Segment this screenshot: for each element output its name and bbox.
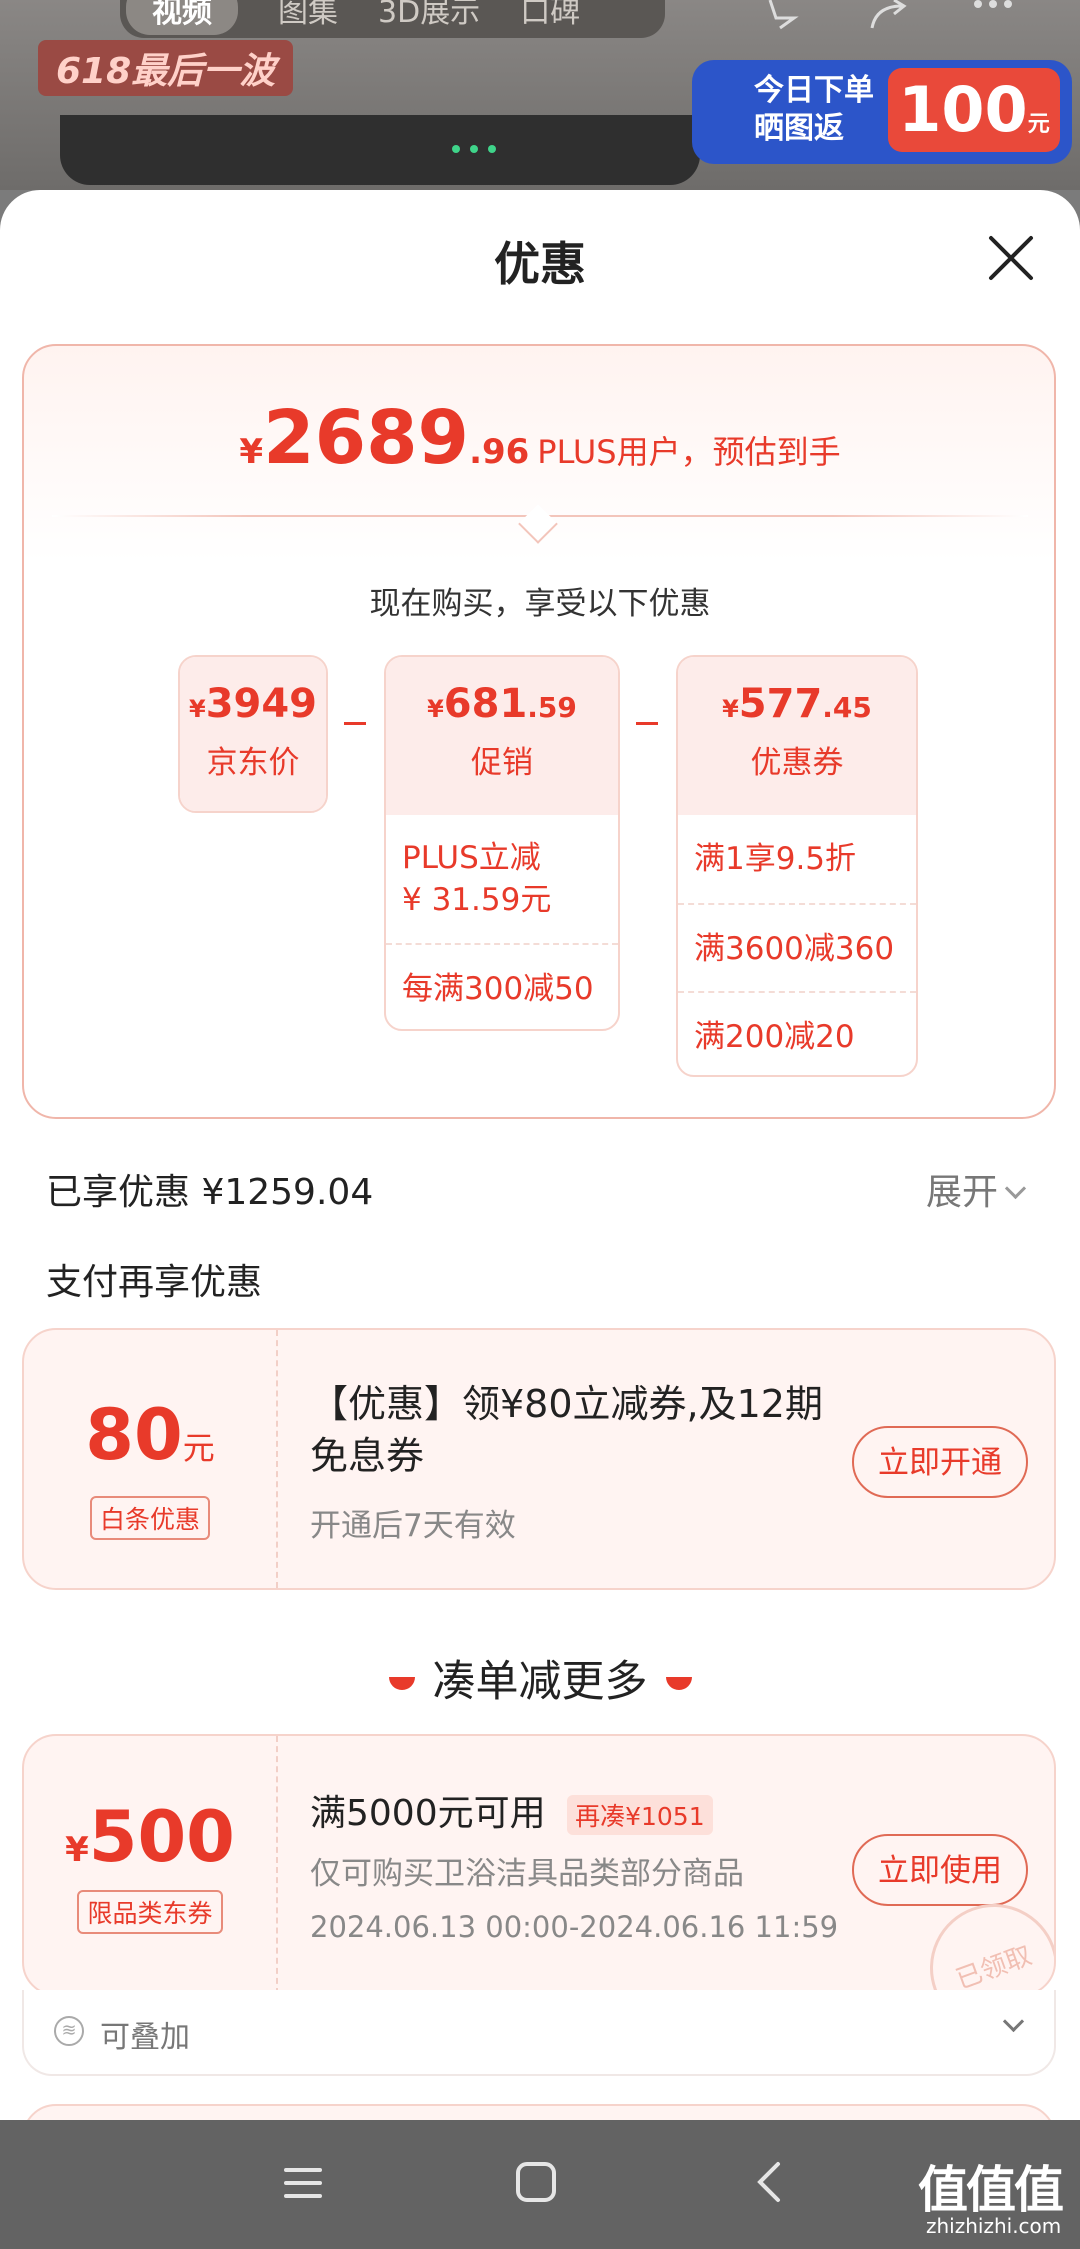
order-coupon-title: 满5000元可用 [310,1793,546,1834]
activate-button[interactable]: 立即开通 [852,1426,1028,1498]
pay-coupon-tag: 白条优惠 [89,1496,210,1540]
use-now-button[interactable]: 立即使用 [852,1834,1028,1906]
tab-reviews[interactable]: 口碑 [520,0,580,31]
sheet-title: 优惠 [494,237,586,291]
promo-banner: 618最后一波 [38,40,294,96]
share-icon[interactable] [866,0,912,30]
product-image [60,115,700,185]
add-more-heading: 凑单减更多 [0,1647,1080,1709]
expand-label: 展开 [926,1172,999,1213]
coupon-value: 577 [738,681,823,727]
jd-currency: ¥ [188,695,206,723]
promo-decimal: .59 [527,691,577,724]
pay-coupon-title: 【优惠】领¥80立减券,及12期免息券 [310,1382,823,1478]
chevron-down-icon [1004,1177,1027,1200]
jd-value: 3949 [205,681,318,727]
order-coupon-time: 2024.06.13 00:00-2024.06.16 11:59 [310,1910,839,1944]
jd-price-card: ¥3949 京东价 [178,655,328,813]
pay-again-heading: 支付再享优惠 [46,1262,263,1303]
promotion-card: ¥681.59 促销 PLUS立减 ¥ 31.59元 每满300减50 [384,655,620,1031]
price-integer: 2689 [263,395,470,481]
expand-button[interactable]: 展开 [926,1163,1027,1215]
promo-item: PLUS立减 ¥ 31.59元 [402,840,552,918]
badge-amount: 100 [898,73,1028,146]
review-cashback-badge[interactable]: 今日下单 晒图返 100元 [692,60,1072,164]
smile-icon [665,1677,692,1690]
badge-line2: 晒图返 [754,111,844,146]
price-currency: ¥ [239,432,264,472]
recent-apps-icon[interactable] [282,2162,324,2204]
home-icon[interactable] [514,2160,558,2204]
order-coupon-desc: 仅可购买卫浴洁具品类部分商品 [310,1856,744,1892]
promo-value: 681 [443,681,528,727]
tab-3d[interactable]: 3D展示 [378,0,480,31]
minus-sign [344,722,366,725]
order-coupon-tag: 限品类东券 [77,1890,223,1934]
order-coupon-extra: 再凑¥1051 [567,1795,713,1835]
watermark-url: zhizhizhi.com [926,2214,1062,2238]
price-label: PLUS用户，预估到手 [537,433,841,471]
coupon-amount-area: 80元 白条优惠 [24,1330,278,1588]
tab-video[interactable]: 视频 [126,0,238,35]
order-coupon-currency: ¥ [65,1830,89,1870]
coupon-card: ¥577.45 优惠券 满1享9.5折 满3600减360 满200减20 [676,655,918,1077]
pay-coupon-unit: 元 [182,1429,215,1467]
watermark-logo: 值值值 [918,2161,1064,2219]
coupon-item: 满1享9.5折 [694,841,857,877]
promo-item: 每满300减50 [386,943,618,1029]
pay-coupon-desc: 开通后7天有效 [310,1508,516,1544]
category-coupon: ¥500 限品类东券 满5000元可用 再凑¥1051 仅可购买卫浴洁具品类部分… [22,1734,1056,1996]
tab-gallery[interactable]: 图集 [278,0,338,31]
enjoyed-discount: 已享优惠 ¥1259.04 [46,1172,374,1213]
order-coupon-amount: 500 [88,1796,235,1878]
chevron-down-icon[interactable] [1002,2010,1025,2033]
promo-label: 促销 [471,745,533,781]
promo-currency: ¥ [427,695,444,723]
pay-coupon-amount: 80 [85,1394,183,1476]
coupon-label: 优惠券 [750,745,844,781]
jd-label: 京东价 [206,745,300,781]
stack-icon: ≋ [54,2016,84,2046]
more-icon[interactable] [970,0,1016,30]
coupon-currency: ¥ [722,695,739,723]
stackable-row[interactable]: ≋ 可叠加 [22,1990,1056,2076]
coupon-item: 满200减20 [678,991,916,1075]
baitiao-coupon: 80元 白条优惠 【优惠】领¥80立减券,及12期免息券 开通后7天有效 立即开… [22,1328,1056,1590]
smile-icon [388,1677,415,1690]
media-tabs: 视频 图集 3D展示 口碑 [120,0,665,38]
close-icon[interactable] [985,232,1037,284]
breakdown-subheading: 现在购买，享受以下优惠 [369,586,711,622]
badge-unit: 元 [1027,112,1050,137]
stackable-label: 可叠加 [100,2020,190,2055]
add-more-title: 凑单减更多 [432,1657,648,1707]
minus-sign [636,722,658,725]
back-icon[interactable] [752,2160,784,2204]
coupon-item: 满3600减360 [678,903,916,991]
star-icon[interactable] [762,0,808,30]
estimated-price: ¥2689.96 PLUS用户，预估到手 [0,395,1080,481]
coupon-decimal: .45 [822,691,872,724]
price-decimal: .96 [469,432,530,472]
coupon-amount-area: ¥500 限品类东券 [24,1736,278,1994]
badge-line1: 今日下单 [754,73,874,108]
